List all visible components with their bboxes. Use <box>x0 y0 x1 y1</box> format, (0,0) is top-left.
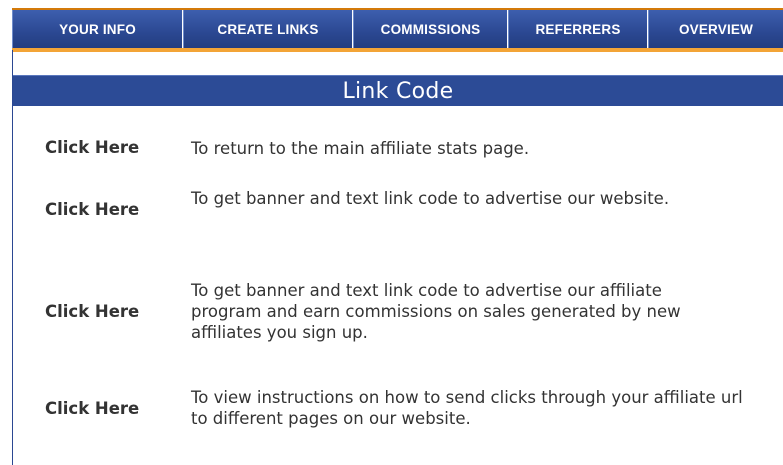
tab-create-links[interactable]: CREATE LINKS <box>183 10 353 48</box>
row-description: To view instructions on how to send clic… <box>191 388 743 428</box>
click-here-link-instructions[interactable]: Click Here <box>45 399 175 418</box>
nav-tab-bar: YOUR INFO CREATE LINKS COMMISSIONS REFER… <box>12 10 783 48</box>
link-code-panel: Link Code Click Here To return to the ma… <box>12 50 783 465</box>
tab-overview[interactable]: OVERVIEW <box>648 10 783 48</box>
row-description: To get banner and text link code to adve… <box>191 189 670 208</box>
click-here-link-affiliate-program-code[interactable]: Click Here <box>45 302 175 321</box>
list-item: Click Here To return to the main affilia… <box>13 138 783 162</box>
top-navigation: YOUR INFO CREATE LINKS COMMISSIONS REFER… <box>12 8 783 52</box>
list-item: Click Here To get banner and text link c… <box>13 280 783 346</box>
tab-commissions[interactable]: COMMISSIONS <box>353 10 508 48</box>
list-item: Click Here To view instructions on how t… <box>13 387 783 431</box>
tab-referrers[interactable]: REFERRERS <box>508 10 648 48</box>
panel-title: Link Code <box>13 75 783 106</box>
tab-your-info[interactable]: YOUR INFO <box>12 10 183 48</box>
click-here-link-website-code[interactable]: Click Here <box>45 200 175 219</box>
row-description: To get banner and text link code to adve… <box>191 281 681 342</box>
list-item: Click Here To get banner and text link c… <box>13 188 783 232</box>
row-description: To return to the main affiliate stats pa… <box>191 139 530 158</box>
click-here-link-stats[interactable]: Click Here <box>45 138 175 157</box>
